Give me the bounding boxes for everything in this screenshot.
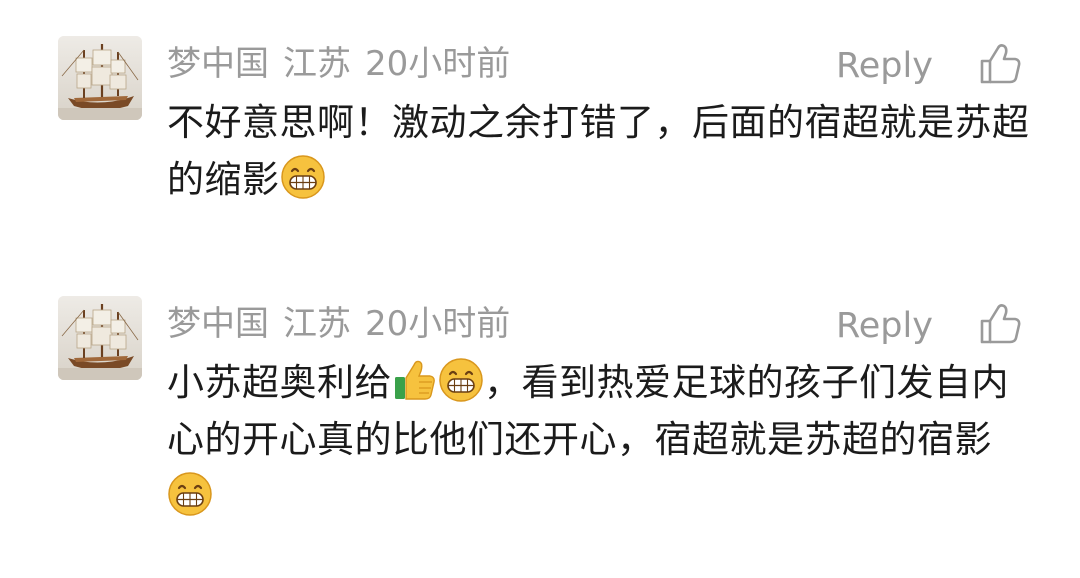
author-name[interactable]: 梦中国 <box>167 44 269 84</box>
comment-meta: 梦中国 江苏 20小时前 <box>167 300 524 348</box>
ship-avatar-image <box>58 296 142 380</box>
author-location: 江苏 <box>283 44 351 84</box>
reply-button[interactable]: Reply <box>836 302 933 350</box>
like-button[interactable] <box>978 42 1022 86</box>
comment-text-part: 小苏超奥利给 <box>167 361 392 404</box>
ship-avatar-image <box>58 36 142 120</box>
grinning-face-emoji <box>438 357 484 403</box>
comment-time: 20小时前 <box>365 304 511 344</box>
grinning-face-emoji <box>280 154 326 200</box>
thumbs-up-emoji <box>392 357 438 403</box>
avatar[interactable] <box>58 36 142 120</box>
author-name[interactable]: 梦中国 <box>167 304 269 344</box>
comment-time: 20小时前 <box>365 44 511 84</box>
thumbs-up-outline-icon <box>980 304 1021 344</box>
like-button[interactable] <box>978 302 1022 346</box>
comment-text: 不好意思啊！激动之余打错了，后面的宿超就是苏超的缩影 <box>167 94 1037 208</box>
comment-meta: 梦中国 江苏 20小时前 <box>167 40 524 88</box>
grinning-face-emoji <box>167 471 213 517</box>
comment-text: 小苏超奥利给 ，看到热爱足球的孩子们发自内心的开心真的比他们还开心，宿超就是苏超的… <box>167 354 1037 525</box>
avatar[interactable] <box>58 296 142 380</box>
thumbs-up-outline-icon <box>980 44 1021 84</box>
author-location: 江苏 <box>283 304 351 344</box>
reply-button[interactable]: Reply <box>836 42 933 90</box>
comment-list: 梦中国 江苏 20小时前 Reply 不好意思啊！激动之余打错了，后面的宿超就是苏超… <box>0 0 1080 578</box>
